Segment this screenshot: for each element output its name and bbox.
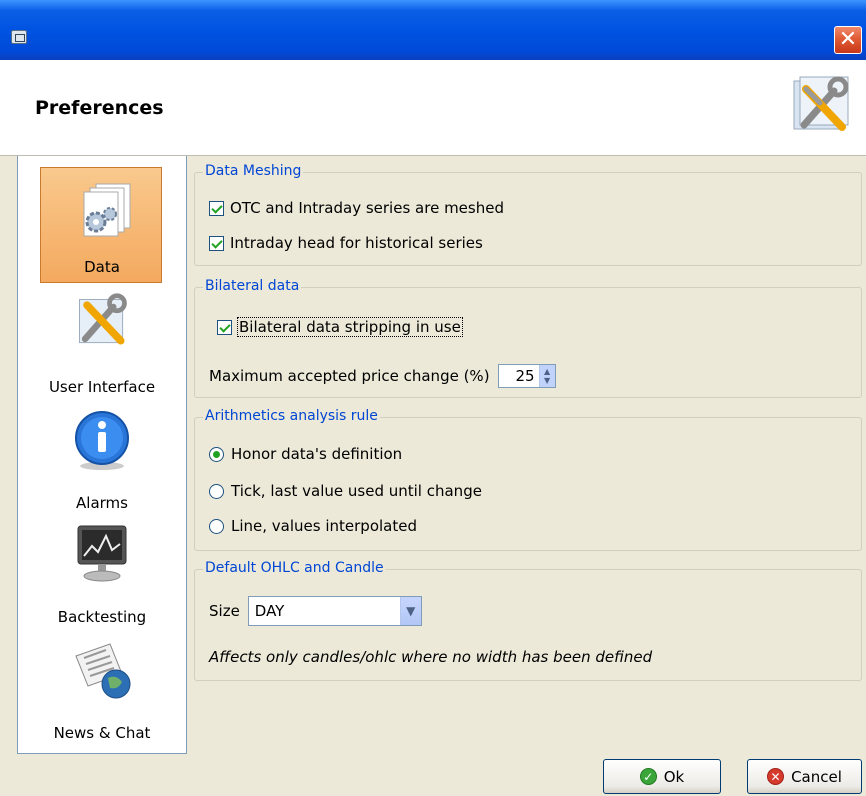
ok-button[interactable]: ✓ Ok	[603, 759, 721, 794]
bilateral-stripping-checkbox[interactable]	[217, 319, 232, 335]
sidebar-item-data[interactable]: Data	[18, 156, 186, 283]
group-title: Bilateral data	[203, 278, 302, 294]
data-settings-icon	[83, 183, 131, 237]
cancel-button-label: Cancel	[791, 767, 842, 786]
close-button[interactable]: ✕	[834, 26, 862, 54]
info-icon	[75, 411, 129, 470]
group-title: Data Meshing	[203, 163, 304, 179]
size-label: Size	[209, 602, 240, 620]
dialog-footer: ✓ Ok ✕ Cancel	[0, 754, 866, 796]
newspaper-globe-icon	[75, 643, 131, 699]
data-meshing-group: Data Meshing OTC and Intraday series are…	[194, 163, 862, 266]
intraday-head-label: Intraday head for historical series	[230, 234, 483, 252]
otc-meshed-option[interactable]: OTC and Intraday series are meshed	[209, 199, 504, 217]
intraday-head-checkbox[interactable]	[209, 235, 224, 251]
line-interpolated-option[interactable]: Line, values interpolated	[209, 517, 417, 535]
line-interpolated-label: Line, values interpolated	[231, 517, 417, 535]
cancel-button[interactable]: ✕ Cancel	[747, 759, 862, 794]
ohlc-note: Affects only candles/ohlc where no width…	[209, 648, 653, 666]
spinner-up-icon[interactable]: ▲	[544, 367, 550, 376]
sidebar-item-backtesting[interactable]: Backtesting	[18, 516, 186, 632]
honor-definition-option[interactable]: Honor data's definition	[209, 445, 402, 463]
tools-icon	[793, 76, 849, 131]
line-interpolated-radio[interactable]	[209, 518, 224, 534]
sidebar-item-user-interface[interactable]: User Interface	[18, 286, 186, 402]
sidebar-item-alarms[interactable]: Alarms	[18, 402, 186, 518]
sidebar-item-label: News & Chat	[53, 724, 151, 742]
tick-last-value-radio[interactable]	[209, 483, 224, 499]
preferences-content: Data Meshing OTC and Intraday series are…	[192, 156, 866, 754]
arithmetics-rule-group: Arithmetics analysis rule Honor data's d…	[194, 408, 862, 551]
title-bar[interactable]: ✕	[0, 0, 866, 60]
tick-last-value-label: Tick, last value used until change	[231, 482, 482, 500]
size-row: Size DAY ▼	[209, 596, 422, 626]
default-ohlc-group: Default OHLC and Candle Size DAY ▼ Affec…	[194, 560, 862, 681]
otc-meshed-checkbox[interactable]	[209, 200, 224, 216]
size-select-value[interactable]: DAY	[249, 602, 400, 620]
bilateral-data-group: Bilateral data Bilateral data stripping …	[194, 278, 862, 398]
group-title: Default OHLC and Candle	[203, 560, 386, 576]
monitor-chart-icon	[77, 525, 127, 582]
sidebar-item-news-chat[interactable]: News & Chat	[18, 632, 186, 748]
sidebar-item-label: Backtesting	[57, 608, 147, 626]
sidebar-item-label: User Interface	[48, 378, 156, 396]
spinner-arrows[interactable]: ▲ ▼	[538, 365, 555, 387]
otc-meshed-label: OTC and Intraday series are meshed	[230, 199, 504, 217]
honor-definition-label: Honor data's definition	[231, 445, 403, 463]
close-icon: ✕	[838, 27, 858, 52]
group-title: Arithmetics analysis rule	[203, 408, 380, 424]
size-select[interactable]: DAY ▼	[247, 596, 422, 626]
check-icon: ✓	[639, 768, 657, 785]
bilateral-stripping-option[interactable]: Bilateral data stripping in use	[217, 317, 463, 337]
spinner-down-icon[interactable]: ▼	[544, 376, 550, 385]
chevron-down-icon[interactable]: ▼	[399, 597, 421, 625]
window-app-icon[interactable]	[11, 30, 27, 44]
sidebar-item-label: Alarms	[76, 494, 128, 512]
spinner-value[interactable]: 25	[499, 367, 539, 385]
ok-button-label: Ok	[663, 767, 685, 786]
max-price-change-row: Maximum accepted price change (%) 25 ▲ ▼	[209, 364, 556, 388]
bilateral-stripping-label: Bilateral data stripping in use	[237, 317, 463, 337]
page-title: Preferences	[35, 97, 164, 119]
tick-last-value-option[interactable]: Tick, last value used until change	[209, 482, 482, 500]
tools-icon	[79, 293, 127, 345]
preferences-sidebar: Data User Interface Alarms Backtesting N…	[17, 156, 187, 754]
honor-definition-radio[interactable]	[209, 446, 224, 462]
intraday-head-option[interactable]: Intraday head for historical series	[209, 234, 483, 252]
sidebar-item-label: Data	[84, 258, 120, 276]
max-price-change-label: Maximum accepted price change (%)	[209, 367, 490, 385]
dialog-header: Preferences	[0, 60, 866, 156]
max-price-change-spinner[interactable]: 25 ▲ ▼	[497, 364, 556, 388]
cancel-icon: ✕	[767, 768, 785, 785]
